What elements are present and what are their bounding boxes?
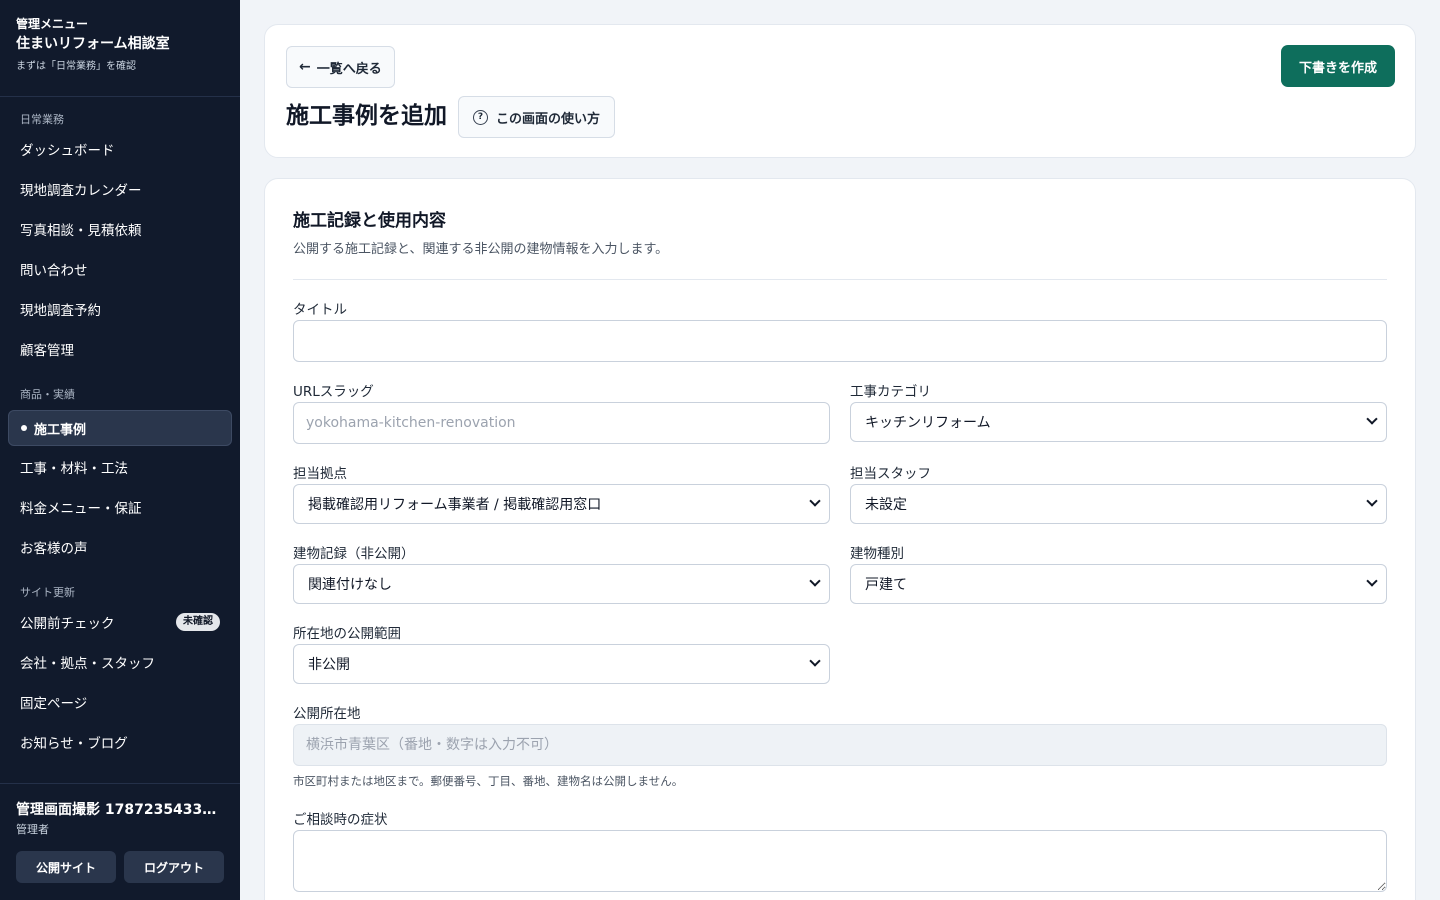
sidebar-item-survey-calendar[interactable]: 現地調査カレンダー bbox=[0, 169, 240, 209]
sidebar-section-daily: 日常業務 bbox=[20, 113, 64, 126]
user-role: 管理者 bbox=[16, 823, 49, 836]
sidebar-item-testimonials[interactable]: お客様の声 bbox=[0, 527, 240, 567]
sidebar-site-title: 住まいリフォーム相談室 bbox=[16, 36, 170, 52]
chevron-down-icon bbox=[1366, 413, 1378, 425]
help-button[interactable]: ? この画面の使い方 bbox=[458, 96, 616, 138]
slug-label: URLスラッグ bbox=[293, 384, 374, 400]
sidebar-menu-label: 管理メニュー bbox=[16, 17, 89, 31]
staff-value: 未設定 bbox=[865, 497, 907, 513]
location-scope-select[interactable]: 非公開 bbox=[293, 644, 830, 684]
back-to-list-button[interactable]: ← 一覧へ戻る bbox=[286, 46, 395, 88]
branch-select[interactable]: 掲載確認用リフォーム事業者 / 掲載確認用窓口 bbox=[293, 484, 830, 524]
page-title: 施工事例を追加 bbox=[286, 103, 447, 129]
create-draft-button[interactable]: 下書きを作成 bbox=[1281, 45, 1395, 87]
section-description: 公開する施工記録と、関連する非公開の建物情報を入力します。 bbox=[293, 242, 669, 257]
category-select[interactable]: キッチンリフォーム bbox=[850, 402, 1387, 442]
divider bbox=[293, 279, 1387, 280]
sidebar-item-customers[interactable]: 顧客管理 bbox=[0, 329, 240, 369]
staff-select[interactable]: 未設定 bbox=[850, 484, 1387, 524]
sidebar-item-news-blog[interactable]: お知らせ・ブログ bbox=[0, 722, 240, 762]
sidebar-item-case-studies[interactable]: 施工事例 bbox=[8, 410, 232, 446]
sidebar-item-label: 公開前チェック bbox=[20, 616, 115, 632]
building-type-label: 建物種別 bbox=[850, 546, 904, 562]
logout-button[interactable]: ログアウト bbox=[124, 851, 224, 883]
category-label: 工事カテゴリ bbox=[850, 384, 931, 400]
sidebar-item-prepublish-check[interactable]: 公開前チェック 未確認 bbox=[0, 602, 240, 642]
user-name: 管理画面撮影 17872354334… bbox=[16, 802, 224, 818]
title-input[interactable] bbox=[293, 320, 1387, 362]
public-location-hint: 市区町村または地区まで。郵便番号、丁目、番地、建物名は公開しません。 bbox=[293, 774, 684, 788]
page-header-card: ← 一覧へ戻る 施工事例を追加 ? この画面の使い方 下書きを作成 bbox=[264, 24, 1416, 158]
chevron-down-icon bbox=[809, 495, 821, 507]
sidebar-header: 管理メニュー 住まいリフォーム相談室 まずは「日常業務」を確認 bbox=[0, 0, 240, 97]
help-label: この画面の使い方 bbox=[496, 111, 601, 127]
category-value: キッチンリフォーム bbox=[865, 415, 991, 431]
unconfirmed-badge: 未確認 bbox=[176, 613, 220, 631]
branch-label: 担当拠点 bbox=[293, 466, 347, 482]
building-record-value: 関連付けなし bbox=[308, 577, 392, 593]
sidebar-item-fixed-pages[interactable]: 固定ページ bbox=[0, 682, 240, 722]
back-label: 一覧へ戻る bbox=[316, 61, 382, 77]
sidebar-item-materials[interactable]: 工事・材料・工法 bbox=[0, 447, 240, 487]
sidebar-section-products: 商品・実績 bbox=[20, 388, 75, 401]
sidebar-item-label: 施工事例 bbox=[34, 422, 87, 438]
location-scope-value: 非公開 bbox=[308, 657, 350, 673]
building-record-label: 建物記録（非公開） bbox=[293, 546, 415, 562]
public-location-input[interactable] bbox=[293, 724, 1387, 766]
sidebar-item-company[interactable]: 会社・拠点・スタッフ bbox=[0, 642, 240, 682]
building-record-select[interactable]: 関連付けなし bbox=[293, 564, 830, 604]
chevron-down-icon bbox=[809, 655, 821, 667]
form-card: 施工記録と使用内容 公開する施工記録と、関連する非公開の建物情報を入力します。 … bbox=[264, 178, 1416, 900]
public-site-button[interactable]: 公開サイト bbox=[16, 851, 116, 883]
chevron-down-icon bbox=[809, 575, 821, 587]
sidebar-footer: 管理画面撮影 17872354334… 管理者 公開サイト ログアウト bbox=[0, 783, 240, 900]
title-label: タイトル bbox=[293, 302, 347, 318]
slug-input[interactable] bbox=[293, 402, 830, 444]
sidebar-item-dashboard[interactable]: ダッシュボード bbox=[0, 129, 240, 169]
public-location-label: 公開所在地 bbox=[293, 706, 361, 722]
chevron-down-icon bbox=[1366, 575, 1378, 587]
sidebar: 管理メニュー 住まいリフォーム相談室 まずは「日常業務」を確認 日常業務 ダッシ… bbox=[0, 0, 240, 900]
section-title: 施工記録と使用内容 bbox=[293, 211, 446, 231]
symptom-textarea[interactable] bbox=[293, 830, 1387, 892]
building-type-value: 戸建て bbox=[865, 577, 907, 593]
staff-label: 担当スタッフ bbox=[850, 466, 931, 482]
chevron-down-icon bbox=[1366, 495, 1378, 507]
building-type-select[interactable]: 戸建て bbox=[850, 564, 1387, 604]
sidebar-subtitle: まずは「日常業務」を確認 bbox=[16, 61, 136, 72]
branch-value: 掲載確認用リフォーム事業者 / 掲載確認用窓口 bbox=[308, 497, 602, 513]
active-dot-icon bbox=[21, 425, 27, 431]
sidebar-item-survey-booking[interactable]: 現地調査予約 bbox=[0, 289, 240, 329]
question-circle-icon: ? bbox=[473, 109, 488, 125]
location-scope-label: 所在地の公開範囲 bbox=[293, 626, 401, 642]
sidebar-section-site-update: サイト更新 bbox=[20, 586, 75, 599]
symptom-label: ご相談時の症状 bbox=[293, 812, 388, 828]
sidebar-item-pricing[interactable]: 料金メニュー・保証 bbox=[0, 487, 240, 527]
sidebar-item-photo-consult[interactable]: 写真相談・見積依頼 bbox=[0, 209, 240, 249]
arrow-left-icon: ← bbox=[299, 59, 311, 75]
sidebar-item-inquiries[interactable]: 問い合わせ bbox=[0, 249, 240, 289]
